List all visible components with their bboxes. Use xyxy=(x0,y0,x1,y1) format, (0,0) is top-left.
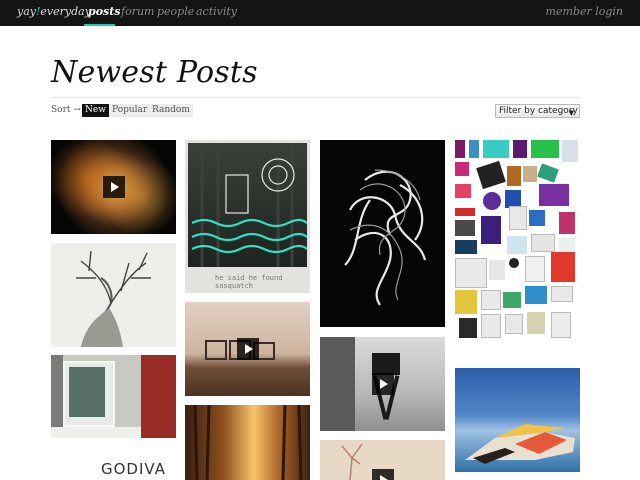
sort-new-button[interactable]: New xyxy=(82,104,109,117)
post-thumbnail[interactable] xyxy=(320,140,445,327)
camera-shape xyxy=(372,353,400,375)
title-divider xyxy=(51,97,580,98)
dropdown-caret-icon: ▼ xyxy=(568,109,574,117)
post-thumbnail[interactable]: he said he found sasquatch xyxy=(185,140,310,293)
post-thumbnail[interactable] xyxy=(51,243,176,347)
top-navigation-bar: yay!everyday posts forum people activity… xyxy=(0,0,640,26)
post-thumbnail[interactable] xyxy=(185,405,310,480)
post-thumbnail[interactable] xyxy=(455,140,580,340)
post-thumbnail[interactable] xyxy=(455,368,580,472)
sort-random-button[interactable]: Random xyxy=(149,104,193,117)
logo-text-suffix: everyday xyxy=(40,5,91,18)
stag-drawing-image xyxy=(76,250,151,347)
nav-forum-link[interactable]: forum xyxy=(121,5,154,18)
nav-people-link[interactable]: people xyxy=(157,5,194,18)
polaroid-caption: he said he found sasquatch xyxy=(215,274,283,290)
active-tab-indicator xyxy=(84,24,115,26)
post-thumbnail[interactable] xyxy=(185,302,310,396)
polaroid-photo xyxy=(188,143,308,267)
abstract-painting-image xyxy=(465,424,575,464)
filter-by-category-dropdown[interactable]: Filter by category ▼ xyxy=(495,104,580,118)
play-icon[interactable] xyxy=(236,338,259,360)
godiva-text: GODIVA xyxy=(101,460,166,478)
page-title: Newest Posts xyxy=(51,55,258,90)
nav-posts-link[interactable]: posts xyxy=(88,5,121,18)
abstract-sculpture-image xyxy=(344,169,427,306)
member-login-link[interactable]: member login xyxy=(546,5,623,18)
logo-text-prefix: yay xyxy=(17,5,36,18)
forest-image xyxy=(193,405,303,480)
sort-popular-button[interactable]: Popular xyxy=(109,104,151,117)
nav-activity-link[interactable]: activity xyxy=(196,5,237,18)
play-icon[interactable] xyxy=(102,176,125,198)
post-thumbnail[interactable] xyxy=(51,140,176,234)
post-thumbnail[interactable] xyxy=(320,337,445,431)
play-icon[interactable] xyxy=(371,469,394,480)
post-thumbnail[interactable]: GODIVA xyxy=(51,446,176,480)
post-thumbnail[interactable] xyxy=(51,355,176,438)
post-thumbnail[interactable] xyxy=(320,440,445,480)
play-icon[interactable] xyxy=(371,373,394,395)
sort-label: Sort → xyxy=(51,105,81,115)
site-logo[interactable]: yay!everyday xyxy=(17,5,91,18)
filter-label: Filter by category xyxy=(499,106,578,116)
